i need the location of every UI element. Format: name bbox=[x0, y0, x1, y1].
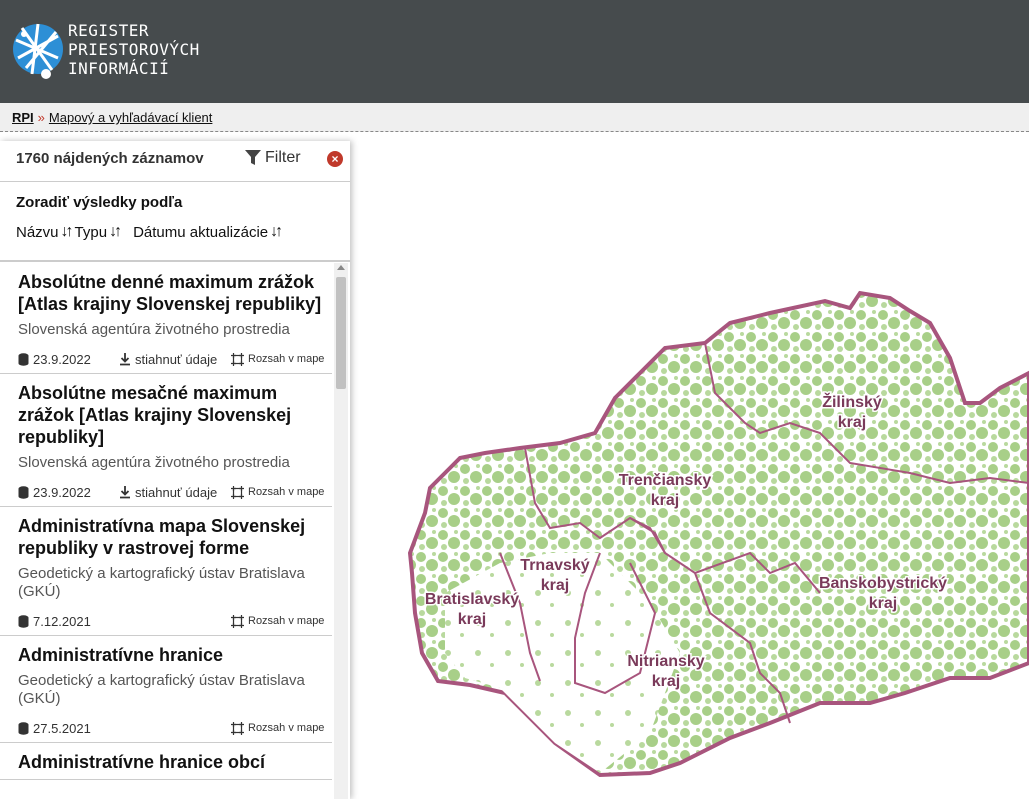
region-label-bratislavsky: Bratislavský bbox=[425, 591, 519, 608]
extent-icon bbox=[231, 352, 244, 366]
list-item[interactable]: Administratívne hranice obcí bbox=[0, 743, 332, 780]
result-organization: Geodetický a kartografický ústav Bratisl… bbox=[18, 565, 305, 600]
result-title[interactable]: Absolútne mesačné maximum zrážok [Atlas … bbox=[18, 382, 332, 448]
region-suffix-trnavsky: kraj bbox=[541, 577, 569, 594]
sort-by-name-label: Názvu bbox=[16, 223, 59, 241]
logo-line-2: PRIESTOROVÝCH bbox=[68, 39, 200, 59]
close-icon[interactable]: × bbox=[327, 151, 343, 167]
extent-icon bbox=[231, 485, 244, 499]
list-item[interactable]: Administratívne hranice Geodetický a kar… bbox=[0, 636, 332, 743]
region-suffix-banskobystricky: kraj bbox=[869, 595, 897, 612]
download-link[interactable]: stiahnuť údaje bbox=[119, 485, 217, 500]
map-extent-label: Rozsah v mape bbox=[248, 615, 325, 627]
result-title[interactable]: Absolútne denné maximum zrážok [Atlas kr… bbox=[18, 271, 332, 315]
result-date-text: 23.9.2022 bbox=[33, 484, 91, 500]
download-label: stiahnuť údaje bbox=[135, 351, 218, 367]
map-extent-label: Rozsah v mape bbox=[248, 353, 325, 365]
globe-logo-icon bbox=[13, 23, 63, 79]
result-meta: 7.12.2021 Rozsah v mape bbox=[18, 613, 332, 629]
result-organization: Slovenská agentúra životného prostredia bbox=[18, 454, 290, 471]
extent-icon bbox=[231, 614, 244, 628]
sort-arrows-icon: ↓↑ bbox=[109, 223, 122, 240]
download-icon bbox=[120, 352, 130, 365]
map-extent-label: Rozsah v mape bbox=[248, 486, 325, 498]
scroll-thumb[interactable] bbox=[336, 277, 346, 389]
result-date: 23.9.2022 bbox=[18, 485, 91, 500]
results-panel: 1760 nájdených záznamov Filter × Zoradiť… bbox=[0, 141, 350, 799]
sort-section: Zoradiť výsledky podľa Názvu ↓↑ Typu ↓↑ Dá… bbox=[0, 182, 350, 262]
filter-button[interactable]: Filter bbox=[245, 149, 301, 167]
breadcrumb: RPI» Mapový a vyhľadávací klient bbox=[0, 103, 1029, 132]
result-date: 27.5.2021 bbox=[18, 721, 91, 736]
list-item[interactable]: Absolútne denné maximum zrážok [Atlas kr… bbox=[0, 263, 332, 374]
filter-icon bbox=[245, 150, 261, 165]
sort-arrows-icon: ↓↑ bbox=[270, 223, 283, 240]
logo-text: REGISTER PRIESTOROVÝCH INFORMÁCIÍ bbox=[68, 21, 200, 78]
results-scrollbar[interactable] bbox=[334, 263, 348, 799]
result-date-text: 7.12.2021 bbox=[33, 613, 91, 629]
result-title[interactable]: Administratívne hranice bbox=[18, 644, 332, 666]
download-link[interactable]: stiahnuť údaje bbox=[119, 352, 217, 367]
breadcrumb-root-link[interactable]: RPI bbox=[12, 110, 34, 125]
region-label-nitriansky: Nitriansky bbox=[627, 653, 704, 670]
region-suffix-zilinsky: kraj bbox=[838, 414, 866, 431]
logo-line-1: REGISTER bbox=[68, 20, 150, 40]
database-icon bbox=[18, 485, 29, 499]
map-extent-link[interactable]: Rozsah v mape bbox=[231, 485, 325, 499]
results-list[interactable]: Absolútne denné maximum zrážok [Atlas kr… bbox=[0, 263, 350, 799]
sort-options: Názvu ↓↑ Typu ↓↑ Dátumu aktualizácie ↓↑ bbox=[16, 223, 334, 241]
app-header: REGISTER PRIESTOROVÝCH INFORMÁCIÍ bbox=[0, 0, 1029, 103]
database-icon bbox=[18, 614, 29, 628]
result-date: 7.12.2021 bbox=[18, 614, 91, 629]
logo-line-3: INFORMÁCIÍ bbox=[68, 58, 170, 78]
result-meta: 23.9.2022 stiahnuť údaje Rozsah v mape bbox=[18, 484, 332, 500]
result-meta: 23.9.2022 stiahnuť údaje Rozsah v mape bbox=[18, 351, 332, 367]
region-label-zilinsky: Žilinský bbox=[822, 392, 882, 411]
sort-by-name[interactable]: Názvu ↓↑ bbox=[16, 223, 74, 241]
region-suffix-bratislavsky: kraj bbox=[458, 611, 486, 628]
filter-label: Filter bbox=[265, 149, 301, 166]
region-label-banskobystricky: Banskobystrický bbox=[819, 575, 947, 592]
sort-by-date[interactable]: Dátumu aktualizácie ↓↑ bbox=[133, 223, 283, 241]
rpi-logo[interactable]: REGISTER PRIESTOROVÝCH INFORMÁCIÍ bbox=[12, 18, 200, 80]
list-item[interactable]: Administratívna mapa Slovenskej republik… bbox=[0, 507, 332, 636]
sort-arrows-icon: ↓↑ bbox=[60, 223, 74, 240]
results-header: 1760 nájdených záznamov Filter × bbox=[0, 141, 350, 182]
region-label-trenciansky: Trenčiansky bbox=[619, 472, 712, 489]
region-label-trnavsky: Trnavský bbox=[520, 557, 589, 574]
country-shape bbox=[407, 290, 1029, 778]
download-label: stiahnuť údaje bbox=[135, 484, 218, 500]
scroll-up-arrow-icon[interactable] bbox=[337, 265, 345, 270]
result-meta: 27.5.2021 Rozsah v mape bbox=[18, 720, 332, 736]
list-item[interactable]: Absolútne mesačné maximum zrážok [Atlas … bbox=[0, 374, 332, 507]
map-canvas[interactable]: Žilinský kraj Trenčiansky kraj Trnavský … bbox=[350, 133, 1029, 799]
map-view[interactable]: Žilinský kraj Trenčiansky kraj Trnavský … bbox=[350, 133, 1029, 799]
sort-title: Zoradiť výsledky podľa bbox=[16, 194, 183, 211]
result-date-text: 23.9.2022 bbox=[33, 351, 91, 367]
result-date: 23.9.2022 bbox=[18, 352, 91, 367]
sort-by-type[interactable]: Typu ↓↑ bbox=[74, 223, 123, 241]
results-count: 1760 nájdených záznamov bbox=[16, 150, 204, 167]
sort-by-type-label: Typu bbox=[74, 223, 108, 241]
result-organization: Slovenská agentúra životného prostredia bbox=[18, 321, 290, 338]
map-extent-label: Rozsah v mape bbox=[248, 722, 325, 734]
database-icon bbox=[18, 721, 29, 735]
region-suffix-trenciansky: kraj bbox=[651, 492, 679, 509]
database-icon bbox=[18, 352, 29, 366]
map-extent-link[interactable]: Rozsah v mape bbox=[231, 352, 325, 366]
breadcrumb-separator: » bbox=[37, 110, 45, 125]
map-extent-link[interactable]: Rozsah v mape bbox=[231, 721, 325, 735]
extent-icon bbox=[231, 721, 244, 735]
map-extent-link[interactable]: Rozsah v mape bbox=[231, 614, 325, 628]
region-suffix-nitriansky: kraj bbox=[652, 673, 680, 690]
breadcrumb-current-link[interactable]: Mapový a vyhľadávací klient bbox=[49, 110, 212, 125]
download-icon bbox=[120, 485, 130, 498]
sort-by-date-label: Dátumu aktualizácie bbox=[133, 223, 269, 241]
result-organization: Geodetický a kartografický ústav Bratisl… bbox=[18, 672, 305, 707]
result-title[interactable]: Administratívna mapa Slovenskej republik… bbox=[18, 515, 332, 559]
result-date-text: 27.5.2021 bbox=[33, 720, 91, 736]
result-title[interactable]: Administratívne hranice obcí bbox=[18, 751, 332, 773]
